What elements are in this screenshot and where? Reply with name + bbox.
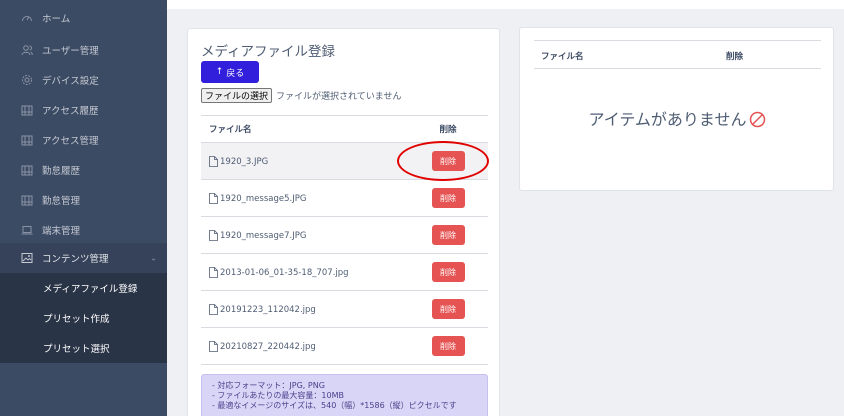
file-icon bbox=[209, 340, 218, 352]
delete-button[interactable]: 削除 bbox=[431, 336, 465, 356]
sidebar-subitem-label: プリセット選択 bbox=[43, 344, 110, 355]
sidebar-item-attendance-management[interactable]: 勤怠管理 bbox=[0, 185, 167, 215]
header-bar bbox=[167, 0, 844, 9]
filename-cell: 1920_message5.JPG bbox=[201, 179, 408, 217]
info-line: - ファイルあたりの最大容量：10MB bbox=[212, 391, 344, 400]
sidebar-item-label: 端末管理 bbox=[42, 226, 81, 237]
sidebar-subitem-label: プリセット作成 bbox=[43, 314, 110, 325]
sidebar-item-access-history[interactable]: アクセス履歴 bbox=[0, 95, 167, 125]
filename-text: 20210827_220442.jpg bbox=[220, 341, 316, 352]
sidebar-subitem-label: メディアファイル登録 bbox=[43, 284, 138, 295]
filename-cell: 20191223_112042.jpg bbox=[201, 290, 408, 328]
sidebar-item-label: 勤怠管理 bbox=[42, 196, 81, 207]
table-row: 20191223_112042.jpg 削除 bbox=[201, 290, 488, 328]
table-row: 1920_message5.JPG 削除 bbox=[201, 179, 488, 217]
file-icon bbox=[209, 192, 218, 204]
filename-text: 1920_message7.JPG bbox=[220, 230, 307, 241]
sidebar-subitem-preset-create[interactable]: プリセット作成 bbox=[0, 303, 167, 333]
sidebar-item-label: アクセス履歴 bbox=[42, 106, 99, 117]
file-icon bbox=[209, 155, 218, 167]
file-icon bbox=[209, 229, 218, 241]
media-upload-card: メディアファイル登録 ↑ 戻る ファイルの選択 ファイルが選択されていません フ… bbox=[187, 28, 500, 416]
filename-cell: 2013-01-06_01-35-18_707.jpg bbox=[201, 253, 408, 291]
file-icon bbox=[209, 266, 218, 278]
delete-cell: 削除 bbox=[408, 327, 488, 365]
sidebar-item-label: コンテンツ管理 bbox=[42, 254, 109, 265]
sidebar-item-label: ホーム bbox=[42, 14, 71, 25]
highlight-circle bbox=[397, 141, 489, 181]
sidebar-item-label: デバイス設定 bbox=[42, 76, 99, 87]
card-title: メディアファイル登録 bbox=[201, 44, 336, 60]
empty-state: アイテムがありません bbox=[520, 106, 835, 130]
sidebar-item-label: ユーザー管理 bbox=[42, 46, 99, 57]
filename-text: 20191223_112042.jpg bbox=[220, 304, 316, 315]
speedometer-icon bbox=[20, 11, 34, 25]
column-header-filename: ファイル名 bbox=[201, 115, 408, 143]
column-header-delete: 削除 bbox=[408, 115, 488, 143]
settings-icon bbox=[20, 73, 34, 87]
info-line: - 最適なイメージのサイズは、540（幅）*1586（縦）ピクセルです bbox=[212, 401, 457, 410]
table-row: 1920_message7.JPG 削除 bbox=[201, 216, 488, 254]
people-icon bbox=[20, 43, 34, 57]
calendar-icon bbox=[20, 163, 34, 177]
calendar-icon bbox=[20, 133, 34, 147]
sidebar-item-device-settings[interactable]: デバイス設定 bbox=[0, 65, 167, 95]
delete-cell: 削除 bbox=[408, 253, 488, 291]
sidebar-subitem-media-upload[interactable]: メディアファイル登録 bbox=[0, 273, 167, 303]
sidebar-item-users[interactable]: ユーザー管理 bbox=[0, 35, 167, 65]
filename-cell: 1920_message7.JPG bbox=[201, 216, 408, 254]
delete-cell: 削除 bbox=[408, 179, 488, 217]
ban-icon bbox=[750, 111, 766, 128]
sidebar-item-home[interactable]: ホーム bbox=[0, 3, 167, 33]
filename-cell: 1920_3.JPG bbox=[201, 142, 408, 180]
back-button-label: 戻る bbox=[226, 68, 245, 79]
upload-info-box: - 対応フォーマット：JPG, PNG - ファイルあたりの最大容量：10MB … bbox=[201, 374, 488, 416]
chevron-down-icon: ⌄ bbox=[150, 253, 157, 263]
filename-text: 1920_message5.JPG bbox=[220, 193, 307, 204]
info-line: - 対応フォーマット：JPG, PNG bbox=[212, 381, 325, 390]
table-row: 20210827_220442.jpg 削除 bbox=[201, 327, 488, 365]
file-icon bbox=[209, 303, 218, 315]
filename-cell: 20210827_220442.jpg bbox=[201, 327, 408, 365]
delete-button[interactable]: 削除 bbox=[431, 299, 465, 319]
sidebar-subitem-preset-select[interactable]: プリセット選択 bbox=[0, 333, 167, 363]
delete-cell: 削除 bbox=[408, 290, 488, 328]
delete-cell: 削除 bbox=[408, 216, 488, 254]
file-status-text: ファイルが選択されていません bbox=[276, 92, 402, 102]
empty-state-text: アイテムがありません bbox=[588, 110, 747, 129]
image-icon bbox=[20, 251, 34, 265]
sidebar-item-label: アクセス管理 bbox=[42, 136, 99, 147]
arrow-up-icon: ↑ bbox=[215, 67, 224, 77]
table-header-row: ファイル名 削除 bbox=[201, 115, 488, 143]
delete-button[interactable]: 削除 bbox=[431, 188, 465, 208]
table-row: 2013-01-06_01-35-18_707.jpg 削除 bbox=[201, 253, 488, 291]
table-header-row: ファイル名 削除 bbox=[534, 40, 821, 69]
sidebar-item-label: 勤怠履歴 bbox=[42, 166, 81, 177]
preset-items-card: ファイル名 削除 アイテムがありません bbox=[519, 27, 834, 191]
sidebar-item-terminal-management[interactable]: 端末管理 bbox=[0, 215, 167, 245]
back-button[interactable]: ↑ 戻る bbox=[201, 61, 259, 83]
sidebar-item-content-management[interactable]: コンテンツ管理 ⌄ bbox=[0, 243, 167, 273]
filename-text: 2013-01-06_01-35-18_707.jpg bbox=[220, 267, 349, 278]
choose-file-button[interactable]: ファイルの選択 bbox=[201, 88, 273, 103]
column-header-filename: ファイル名 bbox=[541, 52, 584, 62]
calendar-icon bbox=[20, 193, 34, 207]
sidebar-item-attendance-history[interactable]: 勤怠履歴 bbox=[0, 155, 167, 185]
column-header-delete: 削除 bbox=[726, 52, 744, 62]
file-input: ファイルの選択 ファイルが選択されていません bbox=[201, 88, 401, 103]
delete-button[interactable]: 削除 bbox=[431, 225, 465, 245]
sidebar: ホーム ユーザー管理 デバイス設定 アクセス履歴 アクセス管理 勤怠履歴 勤怠管… bbox=[0, 0, 167, 416]
laptop-icon bbox=[20, 223, 34, 237]
filename-text: 1920_3.JPG bbox=[220, 156, 269, 167]
delete-button[interactable]: 削除 bbox=[431, 262, 465, 282]
sidebar-item-access-management[interactable]: アクセス管理 bbox=[0, 125, 167, 155]
calendar-icon bbox=[20, 103, 34, 117]
